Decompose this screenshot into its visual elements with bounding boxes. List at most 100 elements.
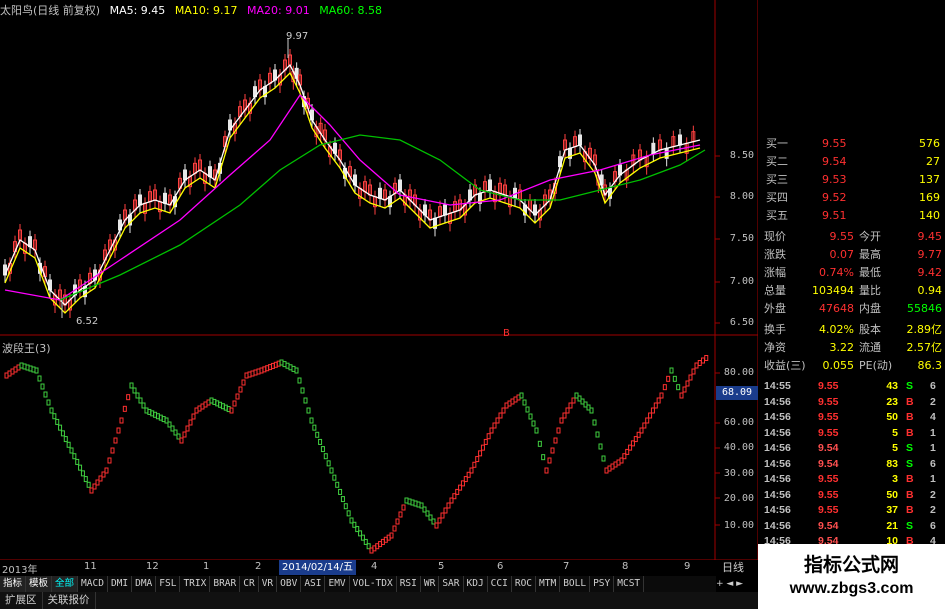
date-label: 8 [622,561,629,572]
indicator-step [694,362,699,369]
tab-kdj[interactable]: KDJ [464,576,488,592]
tab-all[interactable]: 全部 [52,576,79,592]
indicator-step [492,422,497,429]
indicator-step [107,457,112,464]
ma10-label: MA10: 9.17 [174,4,238,17]
tick-side: B [906,426,914,439]
indicator-step [346,510,351,517]
bid-volume: 576 [919,137,940,150]
stat-label: 外盘 [764,302,786,315]
tick-volume: 5 [892,426,898,439]
tab-scroll-nav[interactable]: + ◄ ► [716,576,758,592]
indicator-step [685,380,690,387]
tick-count: 4 [930,411,936,423]
tick-time: 14:56 [764,395,791,408]
indicator-step [541,454,546,461]
tab-emv[interactable]: EMV [325,576,350,592]
tab-rsi[interactable]: RSI [397,576,421,592]
tick-count: 1 [930,473,936,485]
tick-volume: 5 [892,442,898,454]
tick-side: S [906,442,914,454]
tab-indicator[interactable]: 指标 [0,576,27,592]
indicator-step [392,525,397,532]
tab-template[interactable]: 模板 [26,576,53,592]
kline-period-label[interactable]: 日线 [722,559,744,575]
indicator-step [672,375,677,382]
tick-count: 6 [930,457,936,470]
bid-row[interactable]: 买一 9.55 576 [758,135,945,153]
fund-label: 换手 [764,323,786,336]
indicator-step [598,443,603,450]
tab-sar[interactable]: SAR [439,576,464,592]
tab-mtm[interactable]: MTM [536,576,561,592]
indicator-step [446,502,451,509]
indicator-step [537,440,542,447]
bid-row[interactable]: 买四 9.52 169 [758,189,945,207]
ind-tick: 30.00 [723,468,754,479]
tab-brar[interactable]: BRAR [210,576,241,592]
tick-side: B [906,473,914,485]
tab-vr[interactable]: VR [259,576,278,592]
indicator-step [469,467,474,474]
tab-fsl[interactable]: FSL [156,576,181,592]
chart-area[interactable] [0,0,758,560]
tab-extension-area[interactable]: 扩展区 [0,592,43,609]
trade-tick-row: 14:56 9.55 50 B 4 [758,409,945,425]
bottom-tab-bar: 扩展区 关联报价 [0,592,758,609]
tab-dmi[interactable]: DMI [108,576,133,592]
indicator-step [565,407,570,414]
main-chart-svg[interactable] [0,0,758,560]
indicator-step [37,375,42,382]
indicator-step [332,474,337,481]
indicator-step [182,431,187,438]
indicator-step [544,467,549,474]
tab-mcst[interactable]: MCST [614,576,645,592]
indicator-step [43,391,48,398]
tick-count: 6 [930,380,936,392]
indicator-step [676,384,681,391]
tab-cr[interactable]: CR [240,576,259,592]
bid-row[interactable]: 买二 9.54 27 [758,153,945,171]
indicator-step [653,402,658,409]
tab-macd[interactable]: MACD [78,576,108,592]
bid-label: 买四 [766,191,788,204]
indicator-step [116,427,121,434]
indicator-step [309,417,314,424]
tab-roc[interactable]: ROC [512,576,537,592]
indicator-step [338,488,343,495]
stat-value: 0.94 [917,284,943,297]
tab-wr[interactable]: WR [421,576,440,592]
ma10-line [4,71,701,314]
indicator-step [86,481,91,488]
stat-label: 现价 [764,230,786,243]
indicator-step [495,417,500,424]
indicator-step [126,394,131,401]
indicator-step [300,387,305,394]
bid-row[interactable]: 买三 9.53 137 [758,171,945,189]
trade-tick-row: 14:56 9.55 5 B 1 [758,425,945,441]
price-tick: 7.00 [729,276,754,287]
date-label: 9 [684,561,691,572]
tab-obv[interactable]: OBV [277,576,302,592]
candle-body [138,194,142,206]
indicator-step [437,517,442,524]
tab-vol-tdx[interactable]: VOL-TDX [350,576,397,592]
tick-price: 9.55 [818,380,839,392]
tab-boll[interactable]: BOLL [560,576,591,592]
price-tick: 7.50 [729,233,754,244]
indicator-step [648,412,653,419]
tab-psy[interactable]: PSY [590,576,615,592]
tab-dma[interactable]: DMA [132,576,157,592]
tab-cci[interactable]: CCI [488,576,512,592]
tab-related-quotes[interactable]: 关联报价 [43,592,96,609]
date-label: 2 [255,561,262,572]
indicator-step [489,427,494,434]
bid-row[interactable]: 买五 9.51 140 [758,207,945,225]
tab-asi[interactable]: ASI [301,576,326,592]
indicator-step [40,383,45,390]
bid-price: 9.52 [822,191,847,204]
indicator-step [534,427,539,434]
indicator-step [241,379,246,386]
tab-trix[interactable]: TRIX [180,576,211,592]
tick-count: 6 [930,519,936,532]
